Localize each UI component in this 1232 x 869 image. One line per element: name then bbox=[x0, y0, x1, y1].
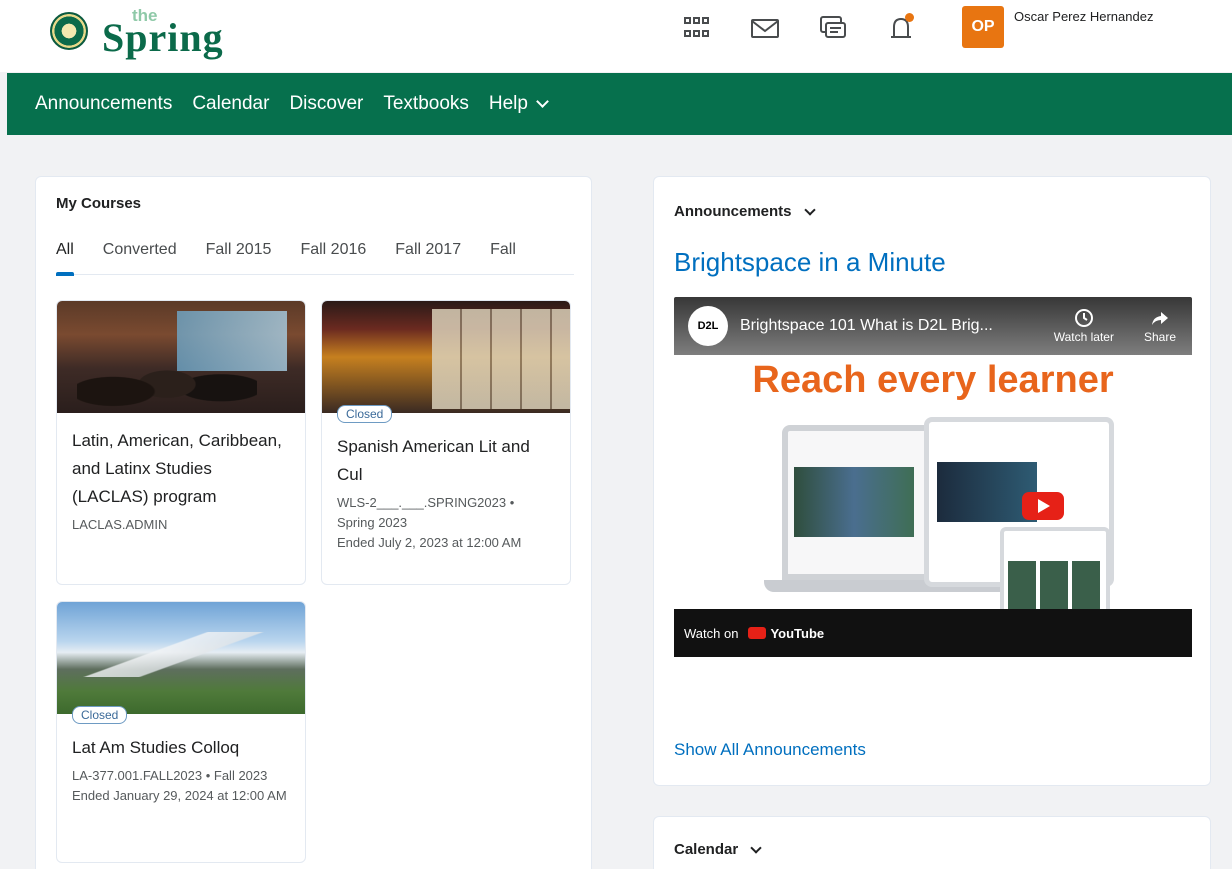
course-title[interactable]: Lat Am Studies Colloq bbox=[72, 734, 290, 762]
share-label: Share bbox=[1143, 330, 1176, 344]
course-tabs: All Converted Fall 2015 Fall 2016 Fall 2… bbox=[56, 241, 574, 276]
chevron-down-icon bbox=[750, 841, 762, 854]
tab-fall-2015[interactable]: Fall 2015 bbox=[206, 241, 272, 275]
status-badge: Closed bbox=[72, 706, 128, 724]
college-seal-icon bbox=[50, 12, 88, 50]
course-card[interactable]: Closed Lat Am Studies Colloq LA-377.001.… bbox=[56, 601, 306, 863]
my-courses-panel: My Courses All Converted Fall 2015 Fall … bbox=[35, 176, 592, 869]
share-icon bbox=[1151, 312, 1168, 325]
course-image bbox=[57, 301, 305, 413]
nav-help-label: Help bbox=[488, 93, 528, 114]
course-image: Closed bbox=[322, 301, 570, 423]
course-title[interactable]: Latin, American, Caribbean, and Latinx S… bbox=[72, 427, 290, 511]
status-badge: Closed bbox=[337, 405, 393, 423]
tab-all[interactable]: All bbox=[56, 241, 74, 276]
course-code: WLS-2___.___.SPRING2023 • bbox=[337, 495, 515, 510]
channel-logo[interactable]: D2L bbox=[688, 306, 728, 346]
share-button[interactable]: Share bbox=[1144, 308, 1176, 344]
calendar-title: Calendar bbox=[674, 841, 739, 858]
clock-icon bbox=[1074, 309, 1093, 327]
user-avatar[interactable]: OP bbox=[962, 6, 1004, 48]
play-icon[interactable] bbox=[1022, 492, 1064, 520]
bell-icon[interactable] bbox=[884, 11, 918, 45]
nav-help[interactable]: Help bbox=[488, 93, 549, 115]
video-title[interactable]: Brightspace 101 What is D2L Brig... bbox=[740, 317, 1042, 335]
course-card[interactable]: Closed Spanish American Lit and Cul WLS-… bbox=[321, 300, 571, 585]
course-ended-date: Ended July 2, 2023 at 12:00 AM bbox=[337, 535, 522, 550]
tab-fall-2016[interactable]: Fall 2016 bbox=[300, 241, 366, 275]
course-code: LA-377.001.FALL2023 • Fall 2023 bbox=[72, 768, 268, 783]
nav-discover-label: Discover bbox=[289, 93, 364, 114]
mail-icon[interactable] bbox=[748, 11, 782, 45]
nav-textbooks-label: Textbooks bbox=[383, 93, 469, 114]
video-banner-text: Reach every learner bbox=[752, 359, 1114, 401]
tab-fall-2017[interactable]: Fall 2017 bbox=[395, 241, 461, 275]
course-term: Spring 2023 bbox=[337, 515, 408, 530]
nav-calendar-label: Calendar bbox=[192, 93, 270, 114]
grid-icon[interactable] bbox=[680, 11, 714, 45]
main-navbar: Announcements Calendar Discover Textbook… bbox=[7, 73, 1232, 135]
video-embed[interactable]: Reach every learner D2L Brightspace 101 … bbox=[674, 297, 1192, 697]
calendar-header[interactable]: Calendar bbox=[674, 841, 762, 858]
notification-dot bbox=[905, 13, 914, 22]
announcements-panel: Announcements Brightspace in a Minute Re… bbox=[653, 176, 1211, 786]
nav-discover[interactable]: Discover bbox=[289, 93, 363, 115]
video-actions: Watch later Share bbox=[1054, 308, 1192, 344]
chat-icon[interactable] bbox=[816, 11, 850, 45]
logo-word-text: Spring bbox=[102, 15, 224, 60]
video-bottom-bar[interactable]: Watch on YouTube bbox=[674, 609, 1192, 657]
show-all-announcements-link[interactable]: Show All Announcements bbox=[674, 740, 866, 760]
my-courses-title: My Courses bbox=[56, 195, 142, 212]
nav-textbooks[interactable]: Textbooks bbox=[383, 93, 469, 115]
nav-announcements[interactable]: Announcements bbox=[35, 93, 172, 115]
announcements-header[interactable]: Announcements bbox=[674, 203, 816, 220]
watch-on-label: Watch on bbox=[684, 625, 739, 641]
chevron-down-icon bbox=[803, 203, 816, 216]
nav-announcements-label: Announcements bbox=[35, 93, 173, 114]
calendar-panel: Calendar bbox=[653, 816, 1211, 869]
top-header: the Spring OP Oscar Perez Hernandez bbox=[0, 0, 1232, 72]
announcements-title: Announcements bbox=[674, 203, 792, 220]
header-icon-group bbox=[680, 8, 918, 48]
user-name[interactable]: Oscar Perez Hernandez bbox=[1014, 9, 1153, 24]
site-logo[interactable]: the Spring bbox=[50, 6, 280, 60]
nav-calendar[interactable]: Calendar bbox=[192, 93, 269, 115]
tab-fall[interactable]: Fall bbox=[490, 241, 516, 275]
watch-later-label: Watch later bbox=[1053, 330, 1114, 344]
course-ended-date: Ended January 29, 2024 at 12:00 AM bbox=[72, 788, 287, 803]
course-title[interactable]: Spanish American Lit and Cul bbox=[337, 433, 555, 489]
course-image: Closed bbox=[57, 602, 305, 724]
announcement-heading[interactable]: Brightspace in a Minute bbox=[674, 247, 946, 278]
course-card[interactable]: Latin, American, Caribbean, and Latinx S… bbox=[56, 300, 306, 585]
youtube-logo: YouTube bbox=[748, 626, 824, 641]
chevron-down-icon bbox=[536, 95, 549, 108]
watch-later-button[interactable]: Watch later bbox=[1054, 308, 1114, 344]
tab-converted[interactable]: Converted bbox=[103, 241, 177, 275]
video-top-bar: D2L Brightspace 101 What is D2L Brig... … bbox=[674, 297, 1192, 355]
course-code: LACLAS.ADMIN bbox=[72, 517, 168, 532]
